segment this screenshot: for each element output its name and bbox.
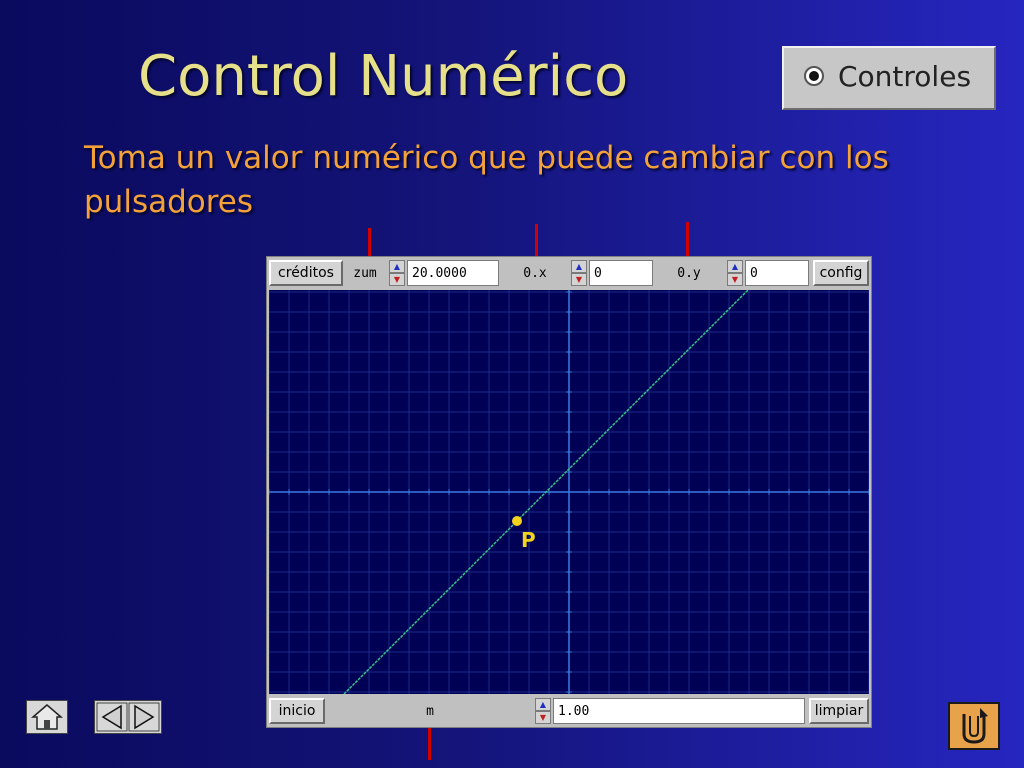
descartes-applet: créditos zum ▲ ▼ 20.0000 0.x ▲ ▼ 0 0.y ▲… — [266, 256, 872, 728]
zoom-spinner[interactable]: ▲ ▼ — [389, 260, 405, 286]
prev-next-nav — [94, 700, 162, 734]
zoom-increment-icon[interactable]: ▲ — [389, 260, 405, 273]
origin-x-increment-icon[interactable]: ▲ — [571, 260, 587, 273]
point-p[interactable] — [512, 516, 522, 526]
origin-y-decrement-icon[interactable]: ▼ — [727, 273, 743, 286]
zoom-decrement-icon[interactable]: ▼ — [389, 273, 405, 286]
point-p-label: P — [521, 528, 536, 552]
controles-radio-panel[interactable]: Controles — [782, 46, 996, 110]
slope-m-input[interactable]: 1.00 — [553, 698, 805, 724]
slope-m-decrement-icon[interactable]: ▼ — [535, 711, 551, 724]
controles-radio-button[interactable] — [804, 66, 824, 86]
slide-title: Control Numérico — [138, 44, 629, 109]
controles-radio-label: Controles — [838, 60, 972, 93]
return-icon — [962, 708, 988, 744]
annotation-arrow-m — [423, 716, 436, 760]
next-arrow-icon[interactable] — [128, 702, 160, 732]
slope-m-increment-icon[interactable]: ▲ — [535, 698, 551, 711]
origin-x-input[interactable]: 0 — [589, 260, 653, 286]
slide-subtitle: Toma un valor numérico que puede cambiar… — [84, 140, 889, 220]
origin-x-decrement-icon[interactable]: ▼ — [571, 273, 587, 286]
credits-button[interactable]: créditos — [269, 260, 343, 286]
zoom-label: zum — [353, 265, 377, 281]
home-nav-button[interactable] — [26, 700, 68, 734]
config-button[interactable]: config — [813, 260, 869, 286]
origin-y-increment-icon[interactable]: ▲ — [727, 260, 743, 273]
applet-bottom-toolbar: inicio m ▲ ▼ 1.00 limpiar — [267, 695, 871, 727]
graph-canvas[interactable]: P — [269, 290, 869, 694]
start-button[interactable]: inicio — [269, 698, 325, 724]
annotation-arrow-oy — [681, 222, 694, 268]
return-button[interactable] — [948, 702, 1000, 750]
home-icon — [30, 704, 64, 730]
previous-arrow-icon[interactable] — [96, 702, 128, 732]
zoom-input[interactable]: 20.0000 — [407, 260, 499, 286]
clear-button[interactable]: limpiar — [809, 698, 869, 724]
origin-x-label: 0.x — [523, 265, 547, 281]
origin-y-spinner[interactable]: ▲ ▼ — [727, 260, 743, 286]
applet-top-toolbar: créditos zum ▲ ▼ 20.0000 0.x ▲ ▼ 0 0.y ▲… — [267, 257, 871, 289]
slope-m-spinner[interactable]: ▲ ▼ — [535, 698, 551, 724]
origin-x-spinner[interactable]: ▲ ▼ — [571, 260, 587, 286]
annotation-arrow-ox — [530, 224, 543, 268]
slope-m-label: m — [426, 703, 434, 719]
origin-y-label: 0.y — [677, 265, 701, 281]
origin-y-input[interactable]: 0 — [745, 260, 809, 286]
